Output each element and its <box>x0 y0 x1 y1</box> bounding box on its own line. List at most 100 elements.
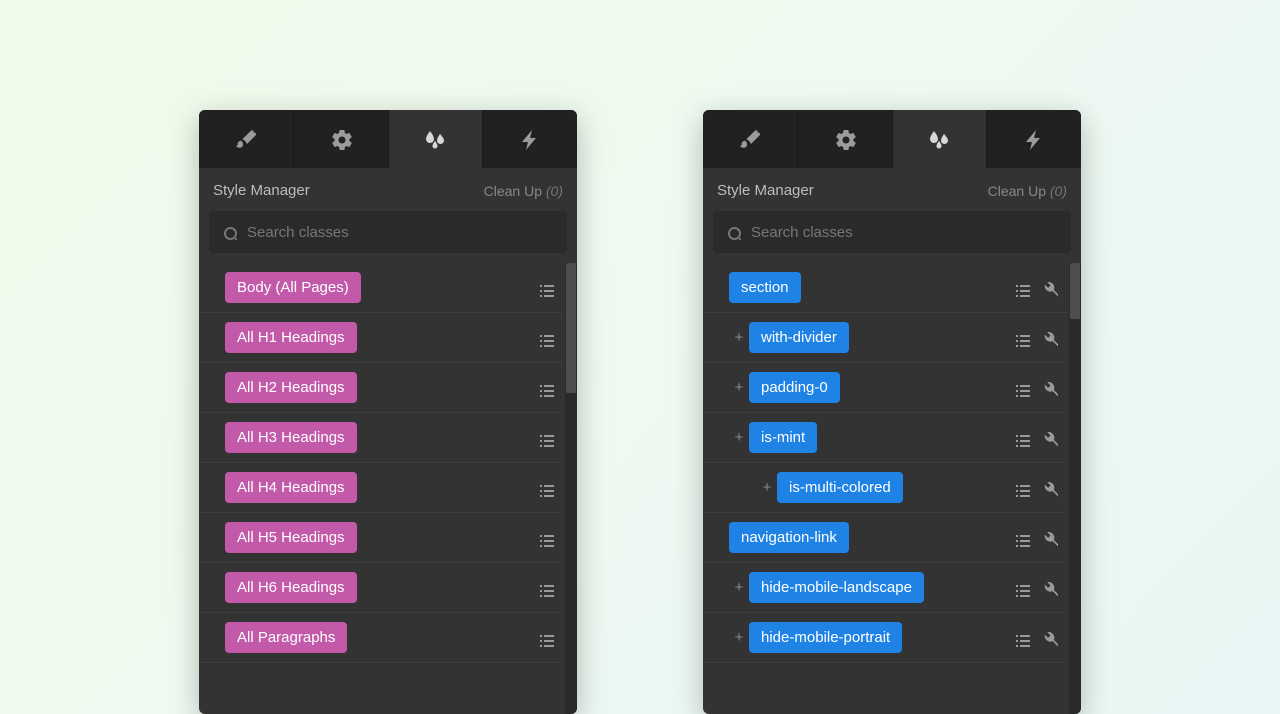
cleanup-label: Clean Up <box>988 183 1046 199</box>
instances-button[interactable] <box>533 626 557 650</box>
style-manager-panel-right: Style Manager Clean Up (0) +section+with… <box>703 110 1081 714</box>
class-tag[interactable]: All H6 Headings <box>225 572 357 603</box>
wrench-icon <box>1040 279 1058 297</box>
instances-button[interactable] <box>533 426 557 450</box>
class-tag[interactable]: All H2 Headings <box>225 372 357 403</box>
tab-interactions[interactable] <box>987 110 1081 168</box>
class-tag[interactable]: padding-0 <box>749 372 840 403</box>
tab-brush[interactable] <box>199 110 294 168</box>
combo-plus-icon: + <box>733 429 745 446</box>
instances-button[interactable] <box>533 376 557 400</box>
cleanup-button[interactable]: Clean Up (0) <box>484 183 563 199</box>
tab-interactions[interactable] <box>483 110 577 168</box>
list-icon <box>1012 379 1030 397</box>
class-row[interactable]: +All H5 Headings <box>199 513 563 563</box>
scrollbar-track[interactable] <box>565 263 577 714</box>
combo-plus-icon: + <box>733 579 745 596</box>
class-row[interactable]: +padding-0 <box>703 363 1067 413</box>
tab-settings[interactable] <box>294 110 389 168</box>
settings-button[interactable] <box>1037 326 1061 350</box>
class-row[interactable]: +All H4 Headings <box>199 463 563 513</box>
settings-button[interactable] <box>1037 476 1061 500</box>
instances-button[interactable] <box>1009 526 1033 550</box>
combo-plus-icon: + <box>761 479 773 496</box>
list-icon <box>536 429 554 447</box>
wrench-icon <box>1040 579 1058 597</box>
instances-button[interactable] <box>1009 276 1033 300</box>
class-row[interactable]: +is-multi-colored <box>703 463 1067 513</box>
instances-button[interactable] <box>1009 476 1033 500</box>
instances-button[interactable] <box>533 276 557 300</box>
class-tag[interactable]: with-divider <box>749 322 849 353</box>
class-row[interactable]: +All H6 Headings <box>199 563 563 613</box>
instances-button[interactable] <box>1009 576 1033 600</box>
droplets-icon <box>424 128 446 150</box>
class-tag[interactable]: is-mint <box>749 422 817 453</box>
class-tag[interactable]: Body (All Pages) <box>225 272 361 303</box>
tab-settings[interactable] <box>798 110 893 168</box>
wrench-icon <box>1040 379 1058 397</box>
list-icon <box>536 329 554 347</box>
class-tag[interactable]: All Paragraphs <box>225 622 347 653</box>
class-row[interactable]: +All H2 Headings <box>199 363 563 413</box>
settings-button[interactable] <box>1037 276 1061 300</box>
combo-plus-icon: + <box>733 379 745 396</box>
scrollbar-track[interactable] <box>1069 263 1081 714</box>
settings-button[interactable] <box>1037 426 1061 450</box>
instances-button[interactable] <box>533 576 557 600</box>
class-row[interactable]: +navigation-link <box>703 513 1067 563</box>
class-tag[interactable]: navigation-link <box>729 522 849 553</box>
class-row[interactable]: +is-mint <box>703 413 1067 463</box>
wrench-icon <box>1040 479 1058 497</box>
panel-header: Style Manager Clean Up (0) <box>703 168 1081 211</box>
search-input[interactable] <box>247 224 555 241</box>
instances-button[interactable] <box>533 476 557 500</box>
tab-styles[interactable] <box>893 110 988 168</box>
cleanup-button[interactable]: Clean Up (0) <box>988 183 1067 199</box>
class-tag[interactable]: All H5 Headings <box>225 522 357 553</box>
cleanup-label: Clean Up <box>484 183 542 199</box>
instances-button[interactable] <box>1009 626 1033 650</box>
class-tag[interactable]: All H3 Headings <box>225 422 357 453</box>
class-row[interactable]: +hide-mobile-landscape <box>703 563 1067 613</box>
class-tag[interactable]: hide-mobile-landscape <box>749 572 924 603</box>
instances-button[interactable] <box>1009 376 1033 400</box>
instances-button[interactable] <box>1009 426 1033 450</box>
cleanup-count: (0) <box>1050 183 1067 199</box>
tab-styles[interactable] <box>389 110 484 168</box>
settings-button[interactable] <box>1037 626 1061 650</box>
list-icon <box>1012 329 1030 347</box>
class-tag[interactable]: hide-mobile-portrait <box>749 622 902 653</box>
settings-button[interactable] <box>1037 576 1061 600</box>
class-list: +section+with-divider+padding-0+is-mint+… <box>703 263 1081 714</box>
tab-brush[interactable] <box>703 110 798 168</box>
search-box[interactable] <box>713 211 1071 253</box>
class-row[interactable]: +All H3 Headings <box>199 413 563 463</box>
class-tag[interactable]: All H1 Headings <box>225 322 357 353</box>
search-input[interactable] <box>751 224 1059 241</box>
panel-tabs <box>199 110 577 168</box>
class-row[interactable]: +All Paragraphs <box>199 613 563 663</box>
class-tag[interactable]: All H4 Headings <box>225 472 357 503</box>
search-container <box>209 211 567 253</box>
class-tag[interactable]: section <box>729 272 801 303</box>
settings-button[interactable] <box>1037 526 1061 550</box>
settings-button[interactable] <box>1037 376 1061 400</box>
class-row[interactable]: +Body (All Pages) <box>199 263 563 313</box>
instances-button[interactable] <box>1009 326 1033 350</box>
class-row[interactable]: +with-divider <box>703 313 1067 363</box>
instances-button[interactable] <box>533 326 557 350</box>
list-icon <box>1012 479 1030 497</box>
scrollbar-thumb[interactable] <box>566 263 576 393</box>
class-tag[interactable]: is-multi-colored <box>777 472 903 503</box>
class-row[interactable]: +hide-mobile-portrait <box>703 613 1067 663</box>
scrollbar-thumb[interactable] <box>1070 263 1080 319</box>
style-manager-panel-left: Style Manager Clean Up (0) +Body (All Pa… <box>199 110 577 714</box>
class-row[interactable]: +All H1 Headings <box>199 313 563 363</box>
list-icon <box>1012 529 1030 547</box>
search-box[interactable] <box>209 211 567 253</box>
class-row[interactable]: +section <box>703 263 1067 313</box>
list-icon <box>1012 279 1030 297</box>
list-icon <box>536 579 554 597</box>
instances-button[interactable] <box>533 526 557 550</box>
